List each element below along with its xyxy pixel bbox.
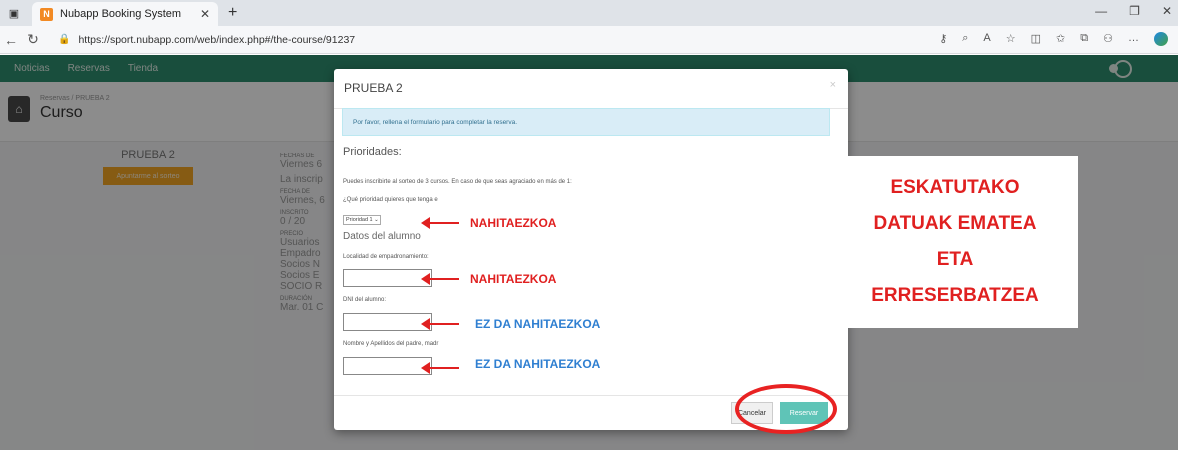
instruction-line: DATUAK EMATEA <box>873 213 1037 234</box>
browser-tab[interactable]: N Nubapp Booking System ✕ <box>32 2 218 26</box>
back-icon[interactable]: ← <box>0 32 22 48</box>
annotation-arrow-icon <box>421 318 459 330</box>
favorites-icon[interactable]: ✩ <box>1056 32 1065 46</box>
highlight-ellipse <box>735 384 837 434</box>
student-data-heading: Datos del alumno <box>343 231 421 242</box>
dni-input[interactable] <box>343 313 432 331</box>
priority-select[interactable]: Prioridad 1 ⌄ <box>343 215 381 225</box>
annotation-arrow-icon <box>421 273 459 285</box>
favorite-star-icon[interactable]: ☆ <box>1006 32 1016 46</box>
priorities-heading: Prioridades: <box>343 146 402 158</box>
field-label-locality: Localidad de empadronamiento: <box>343 254 429 260</box>
browser-toolbar: ⚷ ⌕ A ☆ ◫ ✩ ⧉ ⚇ … <box>939 32 1168 46</box>
lock-icon: 🔒 <box>58 34 71 45</box>
more-icon[interactable]: … <box>1128 32 1139 46</box>
modal-title: PRUEBA 2 <box>344 81 403 95</box>
priorities-text: Puedes inscribirte al sorteo de 3 cursos… <box>343 179 572 185</box>
instruction-text: ESKATUTAKO DATUAK EMATEA ETA ERRESERBATZ… <box>832 170 1078 314</box>
url-field[interactable]: 🔒 https://sport.nubapp.com/web/index.php… <box>58 34 355 46</box>
priority-select-value: Prioridad 1 <box>346 217 373 223</box>
annotation-arrow-icon <box>421 362 459 374</box>
url-text: https://sport.nubapp.com/web/index.php#/… <box>78 33 356 46</box>
refresh-icon[interactable]: ↻ <box>22 31 44 48</box>
extensions-icon[interactable]: ⚇ <box>1103 32 1113 46</box>
annotation-arrow-icon <box>421 217 459 229</box>
split-screen-icon[interactable]: ◫ <box>1031 32 1041 46</box>
locality-input[interactable] <box>343 269 432 287</box>
field-label-dni: DNI del alumno: <box>343 297 387 303</box>
browser-tab-bar: ▣ N Nubapp Booking System ✕ + — ❐ ✕ <box>0 0 1178 26</box>
info-alert: Por favor, rellena el formulario para co… <box>342 108 830 136</box>
new-tab-icon[interactable]: + <box>228 4 237 22</box>
zoom-icon[interactable]: ⌕ <box>962 32 968 46</box>
parent-name-input[interactable] <box>343 357 432 375</box>
copilot-icon[interactable] <box>1154 32 1168 46</box>
priority-question: ¿Qué prioridad quieres que tenga e <box>343 197 438 203</box>
chevron-down-icon: ⌄ <box>374 217 379 223</box>
password-key-icon[interactable]: ⚷ <box>939 32 947 46</box>
annotation-optional-1: EZ DA NAHITAEZKOA <box>475 317 601 331</box>
screenshot: ▣ N Nubapp Booking System ✕ + — ❐ ✕ ← ↻ … <box>0 0 1178 450</box>
instruction-line: ESKATUTAKO <box>890 177 1020 198</box>
restore-icon[interactable]: ❐ <box>1129 4 1140 18</box>
close-window-icon[interactable]: ✕ <box>1162 4 1172 18</box>
read-aloud-icon[interactable]: A <box>983 32 990 46</box>
reservation-modal: PRUEBA 2 × Por favor, rellena el formula… <box>334 69 848 430</box>
nubapp-favicon-icon: N <box>40 7 53 21</box>
annotation-required-1: NAHITAEZKOA <box>470 216 557 230</box>
tab-title: Nubapp Booking System <box>60 8 182 20</box>
annotation-optional-2: EZ DA NAHITAEZKOA <box>475 357 601 371</box>
modal-header: PRUEBA 2 × <box>334 69 848 109</box>
close-icon[interactable]: × <box>830 79 836 91</box>
instruction-box: ESKATUTAKO DATUAK EMATEA ETA ERRESERBATZ… <box>832 156 1078 328</box>
address-bar: ← ↻ 🔒 https://sport.nubapp.com/web/index… <box>0 26 1178 54</box>
collections-icon[interactable]: ⧉ <box>1080 32 1088 46</box>
annotation-required-2: NAHITAEZKOA <box>470 272 557 286</box>
instruction-line: ERRESERBATZEA <box>871 285 1039 306</box>
window-menu-icon[interactable]: ▣ <box>6 5 22 21</box>
minimize-icon[interactable]: — <box>1095 4 1107 18</box>
instruction-line: ETA <box>936 249 974 270</box>
tab-close-icon[interactable]: ✕ <box>200 7 210 21</box>
window-controls: — ❐ ✕ <box>1095 4 1172 18</box>
field-label-parent-name: Nombre y Apellidos del padre, madr <box>343 341 439 347</box>
